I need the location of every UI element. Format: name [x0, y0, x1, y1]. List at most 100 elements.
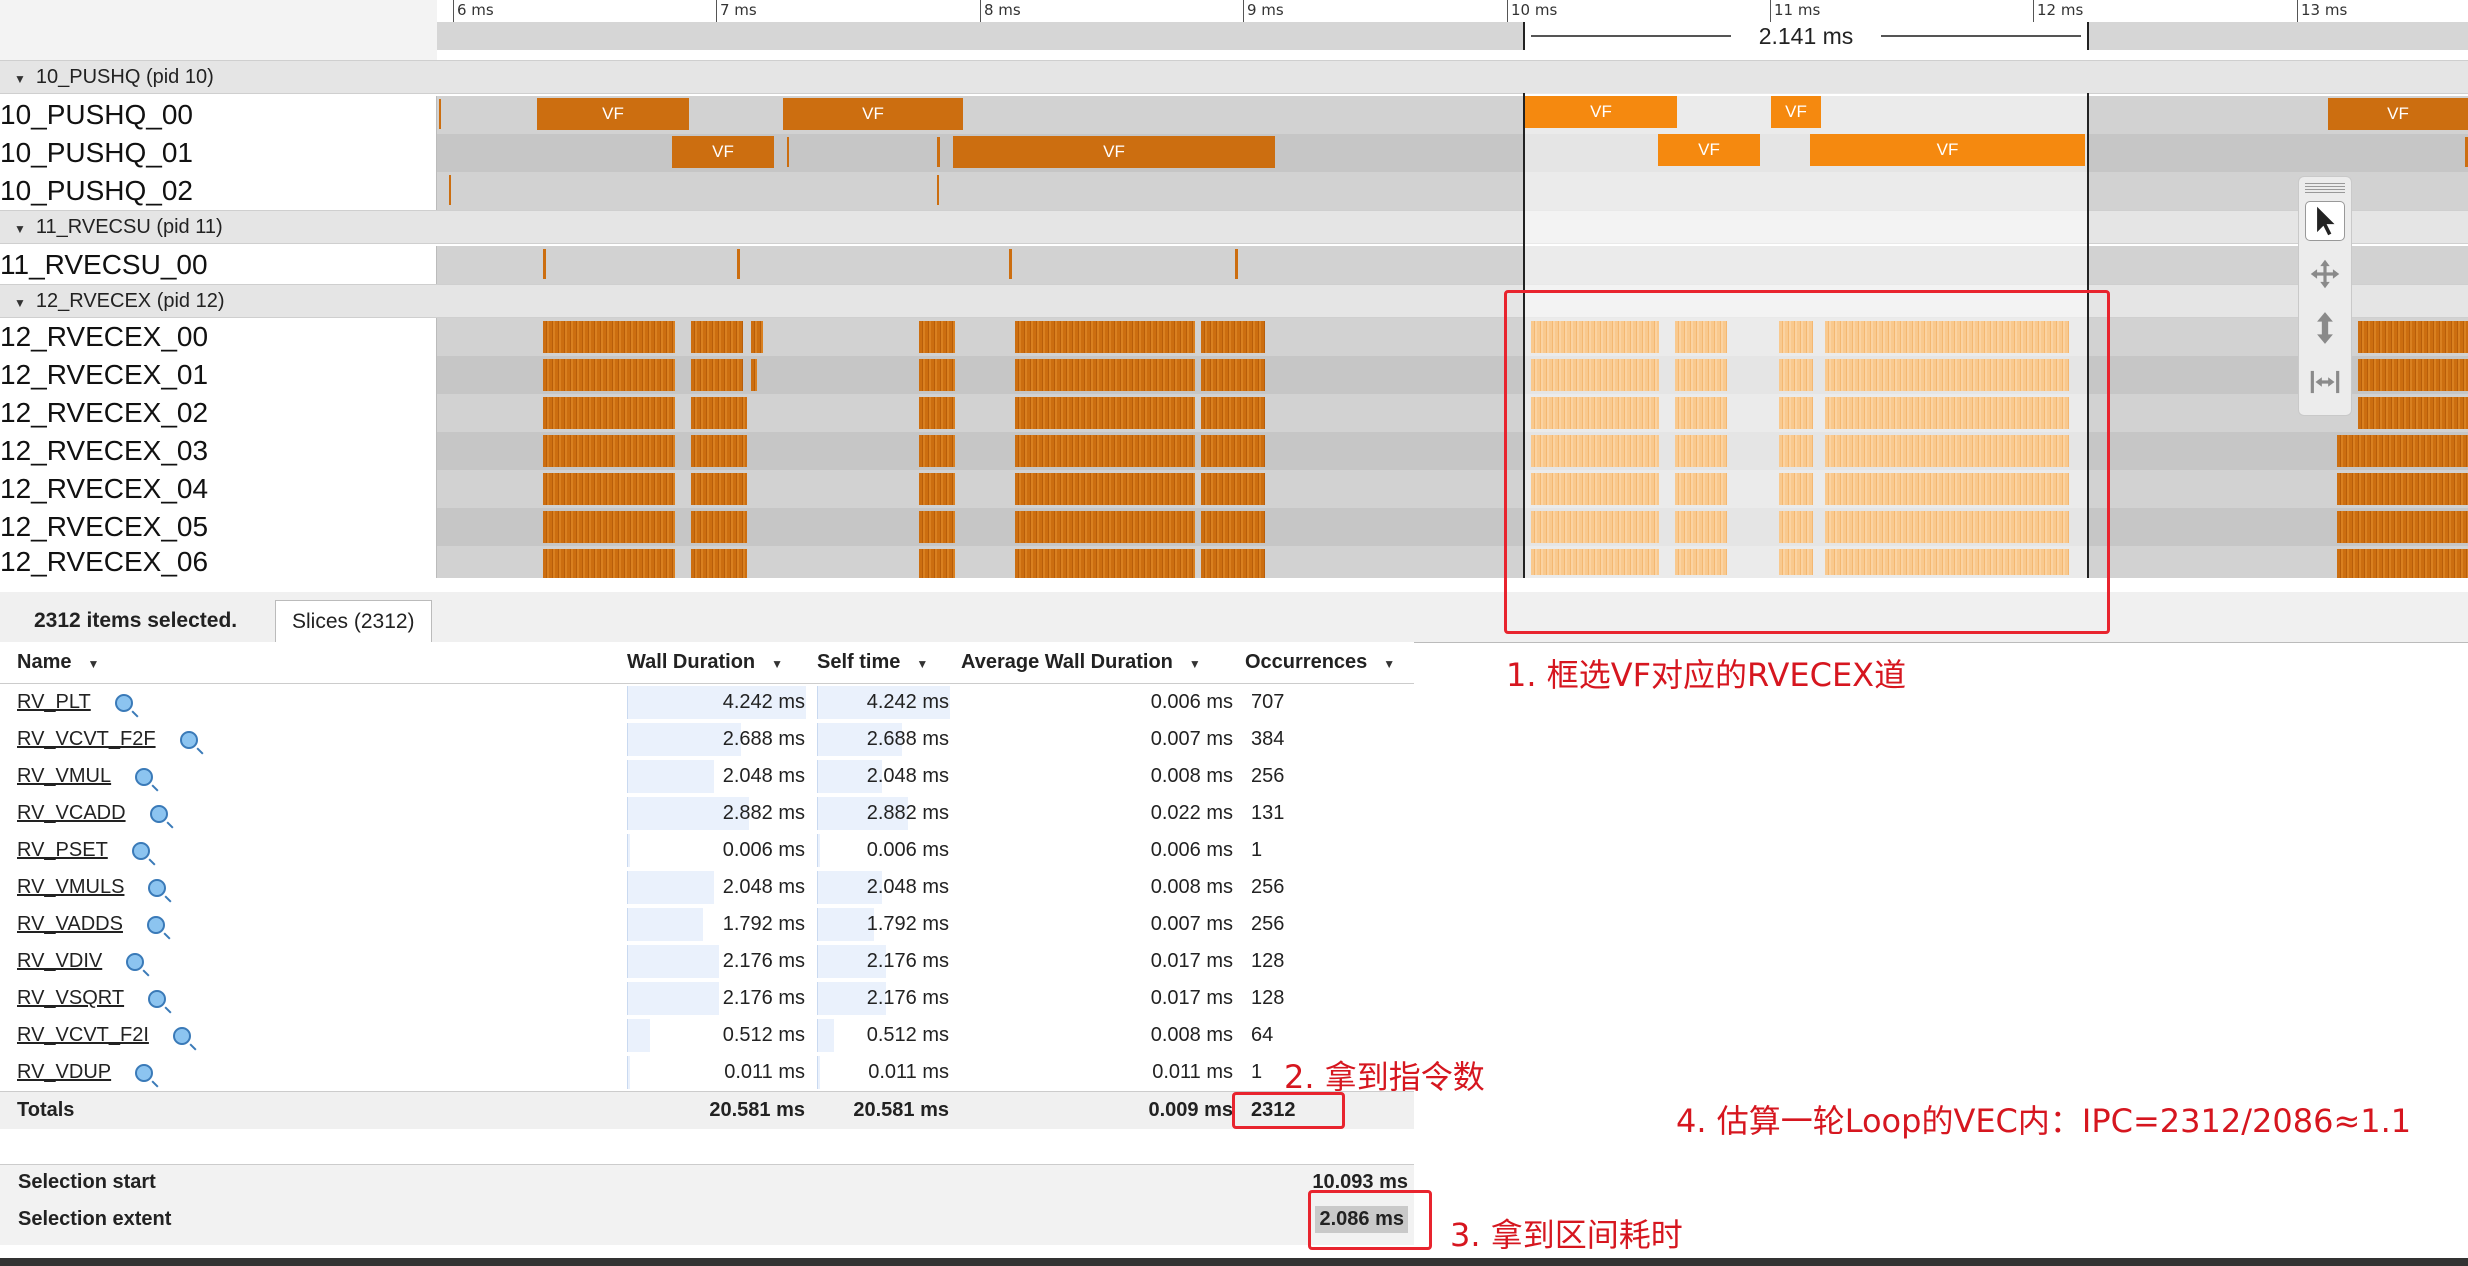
- thread-track[interactable]: [437, 546, 2468, 578]
- column-header-wall-duration[interactable]: Wall Duration ▼: [627, 642, 817, 684]
- self-time-bar: [817, 834, 820, 867]
- slice-name-link[interactable]: RV_VCVT_F2F: [17, 728, 156, 750]
- table-row[interactable]: RV_VMULS 2.048 ms 2.048 ms 0.008 ms 256: [0, 869, 1414, 906]
- slice-name-link[interactable]: RV_PSET: [17, 839, 108, 861]
- search-icon[interactable]: [135, 767, 154, 786]
- cell-occurrences: 131: [1251, 802, 1285, 824]
- cell-average-wall-duration: 0.007 ms: [1150, 913, 1233, 935]
- search-icon[interactable]: [179, 730, 198, 749]
- slice-name-link[interactable]: RV_VMUL: [17, 765, 111, 787]
- range-arrow-left: [1531, 35, 1731, 37]
- sort-arrow-icon[interactable]: ▼: [1383, 657, 1395, 671]
- table-row[interactable]: RV_VSQRT 2.176 ms 2.176 ms 0.017 ms 128: [0, 980, 1414, 1017]
- thread-label: 12_RVECEX_04: [0, 470, 437, 508]
- slice-vf[interactable]: VF: [953, 136, 1275, 168]
- table-row[interactable]: RV_VMUL 2.048 ms 2.048 ms 0.008 ms 256: [0, 758, 1414, 795]
- cell-wall-duration: 0.011 ms: [627, 1054, 817, 1092]
- ruler-tick-label: 11 ms: [1774, 1, 1821, 19]
- slice-name-link[interactable]: RV_VMULS: [17, 876, 124, 898]
- cell-self-time: 4.242 ms: [817, 684, 961, 722]
- thread-label: 12_RVECEX_05: [0, 508, 437, 546]
- sort-arrow-icon[interactable]: ▼: [771, 657, 783, 671]
- pan-icon[interactable]: [2305, 255, 2345, 295]
- collapse-triangle-icon[interactable]: ▼: [14, 63, 26, 95]
- thread-track[interactable]: [437, 246, 2468, 284]
- search-icon[interactable]: [148, 878, 167, 897]
- search-icon[interactable]: [131, 841, 150, 860]
- slice-name-link[interactable]: RV_VDIV: [17, 950, 102, 972]
- fit-width-icon[interactable]: [2305, 363, 2345, 403]
- cell-wall-duration: 2.048 ms: [627, 869, 817, 906]
- cell-name: RV_VCVT_F2F: [0, 721, 627, 758]
- search-icon[interactable]: [149, 804, 168, 823]
- column-header-occurrences[interactable]: Occurrences ▼: [1245, 642, 1414, 684]
- slice-vf-selected[interactable]: VF: [1810, 134, 2085, 166]
- sort-arrow-icon[interactable]: ▼: [1189, 657, 1201, 671]
- table-row[interactable]: RV_PSET 0.006 ms 0.006 ms 0.006 ms 1: [0, 832, 1414, 869]
- search-icon[interactable]: [146, 915, 165, 934]
- thread-track[interactable]: [437, 394, 2468, 432]
- thread-track[interactable]: [437, 470, 2468, 508]
- collapse-triangle-icon[interactable]: ▼: [14, 287, 26, 319]
- slice-vf-selected[interactable]: VF: [1771, 96, 1821, 128]
- cell-average-wall-duration: 0.006 ms: [1150, 839, 1233, 861]
- slice-name-link[interactable]: RV_VCADD: [17, 802, 126, 824]
- slice-vf-selected[interactable]: VF: [1658, 134, 1760, 166]
- slice-vf[interactable]: VF: [672, 136, 774, 168]
- slice-vf[interactable]: VF: [537, 98, 689, 130]
- thread-track[interactable]: VF VF: [437, 134, 2468, 172]
- process-header-11[interactable]: ▼ 11_RVECSU (pid 11): [0, 210, 2468, 244]
- search-icon[interactable]: [172, 1026, 191, 1045]
- slice-name-link[interactable]: RV_VSQRT: [17, 987, 124, 1009]
- thread-track[interactable]: [437, 432, 2468, 470]
- slice-vf[interactable]: VF: [2328, 98, 2468, 130]
- table-row[interactable]: RV_VCVT_F2I 0.512 ms 0.512 ms 0.008 ms 64: [0, 1017, 1414, 1054]
- collapse-triangle-icon[interactable]: ▼: [14, 213, 26, 245]
- ruler-tick-label: 13 ms: [2301, 1, 2348, 19]
- search-icon[interactable]: [126, 952, 145, 971]
- process-header-10[interactable]: ▼ 10_PUSHQ (pid 10): [0, 60, 2468, 94]
- cell-self-time: 2.688 ms: [817, 721, 961, 758]
- slice-name-link[interactable]: RV_PLT: [17, 691, 91, 713]
- time-ruler[interactable]: 6 ms 7 ms 8 ms 9 ms 10 ms 11 ms 12 ms 13…: [437, 0, 2468, 24]
- cell-average-wall-duration: 0.007 ms: [1150, 728, 1233, 750]
- column-header-self-time[interactable]: Self time ▼: [817, 642, 961, 684]
- thread-track[interactable]: [437, 356, 2468, 394]
- cell-self-time: 0.512 ms: [817, 1017, 961, 1054]
- table-row[interactable]: RV_VDUP 0.011 ms 0.011 ms 0.011 ms 1: [0, 1054, 1414, 1092]
- slice-name-link[interactable]: RV_VCVT_F2I: [17, 1024, 149, 1046]
- sort-arrow-icon[interactable]: ▼: [87, 657, 99, 671]
- thread-track[interactable]: [437, 172, 2468, 210]
- thread-track[interactable]: [437, 508, 2468, 546]
- annotation-step4: 4. 估算一轮Loop的VEC内：IPC=2312/2086≈1.1: [1676, 1102, 2412, 1140]
- slice-name-link[interactable]: RV_VDUP: [17, 1061, 111, 1083]
- search-icon[interactable]: [148, 989, 167, 1008]
- thread-track[interactable]: VF VF VF: [437, 96, 2468, 134]
- zoom-icon[interactable]: [2305, 309, 2345, 349]
- cell-name: RV_VMUL: [0, 758, 627, 795]
- process-label: 10_PUSHQ (pid 10): [35, 66, 214, 88]
- cell-average-wall-duration: 0.008 ms: [1150, 1024, 1233, 1046]
- slice-vf-selected[interactable]: VF: [1525, 96, 1677, 128]
- wall-duration-bar: [627, 945, 719, 978]
- selected-range-marker[interactable]: 2.141 ms: [1523, 22, 2089, 50]
- tab-slices[interactable]: Slices (2312): [275, 600, 432, 643]
- table-row[interactable]: RV_VCADD 2.882 ms 2.882 ms 0.022 ms 131: [0, 795, 1414, 832]
- search-icon[interactable]: [114, 693, 133, 712]
- slice-vf[interactable]: VF: [783, 98, 963, 130]
- table-row[interactable]: RV_PLT 4.242 ms 4.242 ms 0.006 ms 707: [0, 684, 1414, 722]
- search-icon[interactable]: [135, 1063, 154, 1082]
- thread-track[interactable]: [437, 318, 2468, 356]
- pointer-icon[interactable]: [2305, 201, 2345, 241]
- cell-occurrences: 256: [1251, 913, 1285, 935]
- ruler-tick-label: 8 ms: [984, 1, 1021, 19]
- palette-grip-icon[interactable]: [2305, 181, 2345, 193]
- column-header-name[interactable]: Name ▼: [0, 642, 627, 684]
- table-row[interactable]: RV_VADDS 1.792 ms 1.792 ms 0.007 ms 256: [0, 906, 1414, 943]
- table-row[interactable]: RV_VCVT_F2F 2.688 ms 2.688 ms 0.007 ms 384: [0, 721, 1414, 758]
- ruler-tick-label: 10 ms: [1511, 1, 1558, 19]
- slice-name-link[interactable]: RV_VADDS: [17, 913, 123, 935]
- column-header-average-wall-duration[interactable]: Average Wall Duration ▼: [961, 642, 1245, 684]
- table-row[interactable]: RV_VDIV 2.176 ms 2.176 ms 0.017 ms 128: [0, 943, 1414, 980]
- sort-arrow-icon[interactable]: ▼: [916, 657, 928, 671]
